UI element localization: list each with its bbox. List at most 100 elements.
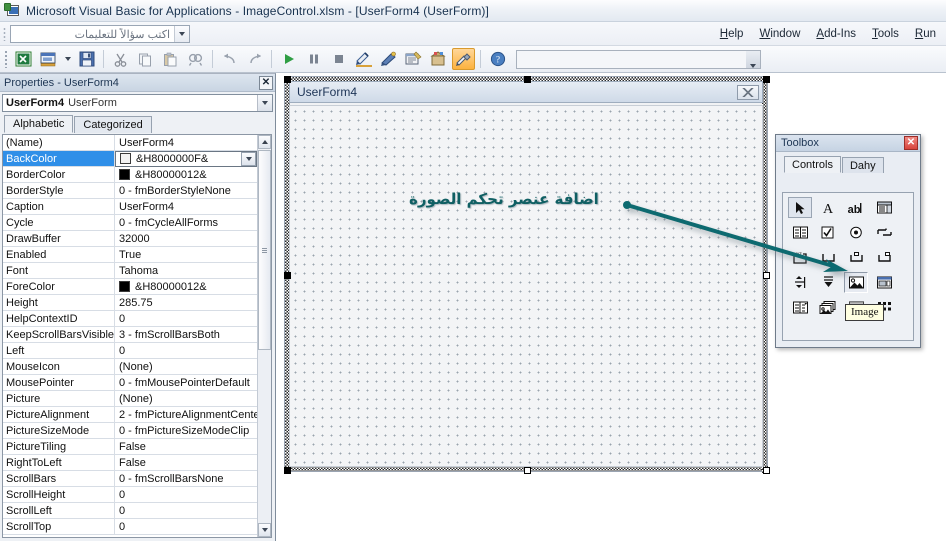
property-row[interactable]: PictureSizeMode 0 - fmPictureSizeModeClip (3, 423, 257, 439)
property-row[interactable]: Picture (None) (3, 391, 257, 407)
listview-icon[interactable] (788, 297, 812, 318)
menubar-grip[interactable] (3, 27, 6, 41)
multipage2-icon[interactable] (816, 297, 840, 318)
property-value[interactable]: 0 (115, 519, 257, 534)
property-row[interactable]: ScrollLeft 0 (3, 503, 257, 519)
insert-userform-dropdown-icon[interactable] (62, 48, 73, 70)
object-selector-combo[interactable]: UserForm4 UserForm (2, 94, 273, 112)
copy-icon[interactable] (134, 48, 157, 70)
find-icon[interactable] (184, 48, 207, 70)
properties-scrollbar[interactable] (257, 135, 271, 537)
resize-handle-top-right[interactable] (763, 76, 770, 83)
properties-window-icon[interactable] (402, 48, 425, 70)
multipage-icon[interactable] (872, 247, 896, 268)
property-row[interactable]: ScrollBars 0 - fmScrollBarsNone (3, 471, 257, 487)
object-browser-icon[interactable] (427, 48, 450, 70)
menu-item-window[interactable]: Window (759, 28, 800, 40)
save-icon[interactable] (75, 48, 98, 70)
userform-canvas[interactable] (289, 105, 763, 467)
tabstrip-icon[interactable] (844, 247, 868, 268)
property-value[interactable]: &H8000000F& (115, 150, 257, 167)
checkbox-icon[interactable] (816, 222, 840, 243)
project-explorer-icon[interactable] (377, 48, 400, 70)
property-row[interactable]: RightToLeft False (3, 455, 257, 471)
properties-close-button[interactable]: ✕ (259, 75, 273, 90)
userform-close-button[interactable] (737, 84, 759, 100)
scrollbar-icon[interactable] (788, 272, 812, 293)
frame-icon[interactable]: xyz (788, 247, 812, 268)
position-box[interactable] (516, 49, 761, 69)
resize-handle-top-left[interactable] (284, 76, 291, 83)
label-icon[interactable]: A (816, 197, 840, 218)
tab-categorized[interactable]: Categorized (74, 116, 152, 133)
view-excel-icon[interactable] (12, 48, 35, 70)
help-icon[interactable]: ? (486, 48, 509, 70)
design-mode-icon[interactable] (352, 48, 375, 70)
image-icon[interactable] (844, 272, 868, 293)
toolbox-tab-dahy[interactable]: Dahy (841, 157, 884, 173)
property-value[interactable]: UserForm4 (115, 199, 257, 214)
property-value[interactable]: Tahoma (115, 263, 257, 278)
property-row[interactable]: ForeColor &H80000012& (3, 279, 257, 295)
object-selector-dropdown-icon[interactable] (257, 95, 272, 111)
optionbutton-icon[interactable] (844, 222, 868, 243)
toolbar-grip[interactable] (4, 50, 8, 68)
property-value[interactable]: 2 - fmPictureAlignmentCenter (115, 407, 257, 422)
property-value[interactable]: 285.75 (115, 295, 257, 310)
ask-a-question-dropdown-icon[interactable] (174, 26, 189, 42)
listbox-icon[interactable] (788, 222, 812, 243)
property-value[interactable]: 3 - fmScrollBarsBoth (115, 327, 257, 342)
property-value[interactable]: 0 - fmBorderStyleNone (115, 183, 257, 198)
spinbutton-icon[interactable] (816, 272, 840, 293)
toolbox-icon[interactable] (452, 48, 475, 70)
property-value-dropdown-icon[interactable] (241, 151, 256, 166)
property-value[interactable]: 32000 (115, 231, 257, 246)
redo-icon[interactable] (243, 48, 266, 70)
commandbutton-icon[interactable] (816, 247, 840, 268)
property-value[interactable]: UserForm4 (115, 135, 257, 150)
position-box-dropdown-icon[interactable] (746, 50, 760, 68)
menu-item-run[interactable]: Run (915, 28, 936, 40)
reset-icon[interactable] (327, 48, 350, 70)
property-row[interactable]: Cycle 0 - fmCycleAllForms (3, 215, 257, 231)
property-value[interactable]: &H80000012& (115, 167, 257, 182)
tab-alphabetic[interactable]: Alphabetic (4, 115, 74, 133)
property-row[interactable]: Caption UserForm4 (3, 199, 257, 215)
toolbox-tab-controls[interactable]: Controls (784, 156, 841, 173)
property-row[interactable]: (Name) UserForm4 (3, 135, 257, 151)
run-icon[interactable] (277, 48, 300, 70)
property-row[interactable]: Font Tahoma (3, 263, 257, 279)
userform-caption-bar[interactable]: UserForm4 (289, 81, 763, 103)
property-row[interactable]: HelpContextID 0 (3, 311, 257, 327)
property-row[interactable]: PictureTiling False (3, 439, 257, 455)
resize-handle-middle-right[interactable] (763, 272, 770, 279)
property-row[interactable]: KeepScrollBarsVisible 3 - fmScrollBarsBot… (3, 327, 257, 343)
undo-icon[interactable] (218, 48, 241, 70)
refedit-icon[interactable] (872, 272, 896, 293)
scroll-up-button[interactable] (258, 135, 271, 149)
property-row[interactable]: Left 0 (3, 343, 257, 359)
textbox-icon[interactable]: ab (844, 197, 868, 218)
property-row[interactable]: ScrollHeight 0 (3, 487, 257, 503)
property-row[interactable]: MousePointer 0 - fmMousePointerDefault (3, 375, 257, 391)
combobox-icon[interactable] (872, 197, 896, 218)
cut-icon[interactable] (109, 48, 132, 70)
select-objects-icon[interactable] (788, 197, 812, 218)
insert-userform-icon[interactable] (37, 48, 60, 70)
property-value[interactable]: 0 - fmScrollBarsNone (115, 471, 257, 486)
toolbox-close-button[interactable]: ✕ (904, 136, 918, 150)
resize-handle-bottom-center[interactable] (524, 467, 531, 474)
property-value[interactable]: True (115, 247, 257, 262)
property-value[interactable]: 0 - fmMousePointerDefault (115, 375, 257, 390)
ask-a-question-box[interactable]: اكتب سؤالاً للتعليمات (10, 25, 190, 43)
resize-handle-bottom-left[interactable] (284, 467, 291, 474)
menu-item-help[interactable]: HHelpelp (720, 28, 744, 40)
property-value[interactable]: 0 - fmPictureSizeModeClip (115, 423, 257, 438)
property-row[interactable]: MouseIcon (None) (3, 359, 257, 375)
property-value[interactable]: 0 (115, 503, 257, 518)
resize-handle-bottom-right[interactable] (763, 467, 770, 474)
scroll-thumb[interactable] (258, 150, 271, 350)
menu-item-tools[interactable]: Tools (872, 28, 899, 40)
property-value[interactable]: 0 (115, 311, 257, 326)
property-row[interactable]: Height 285.75 (3, 295, 257, 311)
